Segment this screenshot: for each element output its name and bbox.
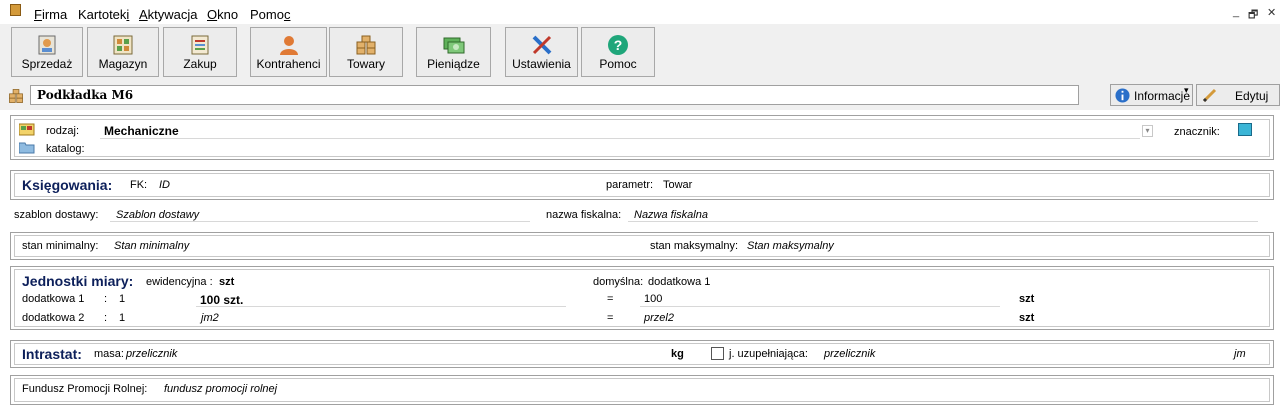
stock-min-value: Stan minimalny xyxy=(114,240,189,252)
ewid-value: szt xyxy=(219,276,234,288)
marker-label: znacznik: xyxy=(1174,126,1220,138)
fiscal-name-label: nazwa fiskalna: xyxy=(546,209,621,221)
unit-row-unit: 100 szt. xyxy=(200,293,243,307)
info-icon xyxy=(1115,88,1130,103)
param-value: Towar xyxy=(663,179,692,191)
folder-icon xyxy=(19,141,35,154)
category-icon xyxy=(19,123,35,136)
unit-row-value-underline xyxy=(640,306,1000,307)
default-unit-label: domyślna: xyxy=(593,276,643,288)
unit-row-colon: : xyxy=(104,293,107,305)
unit-row-label: dodatkowa 2 xyxy=(22,312,84,324)
toolbar-ustawienia-button[interactable]: Ustawienia xyxy=(505,27,578,77)
boxes-icon xyxy=(8,88,24,104)
stock-max-label: stan maksymalny: xyxy=(650,240,738,252)
mass-value: przelicznik xyxy=(126,348,177,360)
toolbar-zakup-button[interactable]: Zakup xyxy=(163,27,237,77)
fk-label: FK: xyxy=(130,179,147,191)
rodzaj-underline xyxy=(100,138,1140,139)
info-button[interactable]: Informacje ▾ xyxy=(1110,84,1193,106)
edit-button[interactable]: Edytuj xyxy=(1196,84,1280,106)
fiscal-name-value: Nazwa fiskalna xyxy=(634,209,708,221)
person-icon xyxy=(278,34,300,56)
menu-kartoteki[interactable]: Kartoteki xyxy=(78,7,129,22)
toolbar-towary-button[interactable]: Towary xyxy=(329,27,403,77)
menu-pomoc[interactable]: Pomoc xyxy=(250,7,290,22)
money-icon xyxy=(443,34,465,56)
unit-row-base: szt xyxy=(1019,293,1034,305)
menu-firma[interactable]: Firma xyxy=(34,7,67,22)
unit-row-qty: 1 xyxy=(119,312,125,324)
pencil-icon xyxy=(1202,87,1218,103)
svg-text:?: ? xyxy=(614,37,623,53)
default-unit-value: dodatkowa 1 xyxy=(648,276,710,288)
delivery-template-underline xyxy=(110,221,530,222)
supplementary-unit-checkbox[interactable] xyxy=(711,347,724,360)
rodzaj-dropdown-button[interactable]: ▾ xyxy=(1142,125,1153,137)
toolbar-pomoc-button[interactable]: ? Pomoc xyxy=(581,27,655,77)
stock-inner xyxy=(14,235,1270,257)
ewid-label: ewidencyjna : xyxy=(146,276,213,288)
toolbar-pieniadze-button[interactable]: Pieniądze xyxy=(416,27,491,77)
fk-value: ID xyxy=(159,179,170,191)
delivery-template-label: szablon dostawy: xyxy=(14,209,98,221)
marker-color-box[interactable] xyxy=(1238,123,1252,136)
unit-row-qty: 1 xyxy=(119,293,125,305)
intrastat-inner xyxy=(14,343,1270,365)
tools-icon xyxy=(531,34,553,56)
param-label: parametr: xyxy=(606,179,653,191)
unit-row-base: szt xyxy=(1019,312,1034,324)
toolbar-kontrahenci-button[interactable]: Kontrahenci xyxy=(250,27,327,77)
app-icon xyxy=(10,4,21,16)
fund-value: fundusz promocji rolnej xyxy=(164,383,277,395)
restore-button[interactable]: 🗗 xyxy=(1248,6,1258,25)
minimize-button[interactable]: _ xyxy=(1233,6,1239,18)
boxes-icon xyxy=(355,34,377,56)
unit-row-eq: = xyxy=(607,312,613,324)
rodzaj-label: rodzaj: xyxy=(46,125,79,137)
menu-okno[interactable]: Okno xyxy=(207,7,238,22)
unit-row-unit: jm2 xyxy=(201,312,219,324)
record-title: Podkładka M6 xyxy=(37,88,133,102)
fiscal-name-underline xyxy=(628,221,1258,222)
close-button[interactable]: ✕ xyxy=(1267,6,1276,19)
unit-row-value: 100 xyxy=(644,293,662,305)
unit-row-label: dodatkowa 1 xyxy=(22,293,84,305)
toolbar-magazyn-button[interactable]: Magazyn xyxy=(87,27,159,77)
intrastat-title: Intrastat: xyxy=(22,346,82,362)
mass-label: masa: xyxy=(94,348,124,360)
rodzaj-value: Mechaniczne xyxy=(104,124,179,138)
stock-max-value: Stan maksymalny xyxy=(747,240,834,252)
purchase-icon xyxy=(189,34,211,56)
warehouse-icon xyxy=(112,34,134,56)
supplementary-unit-value: przelicznik xyxy=(824,348,875,360)
kg-unit: kg xyxy=(671,348,684,360)
menubar: Firma Kartoteki Aktywacja Okno Pomoc _ 🗗… xyxy=(0,0,1280,24)
unit-row-colon: : xyxy=(104,312,107,324)
catalog-label: katalog: xyxy=(46,143,85,155)
unit-row-value: przel2 xyxy=(644,312,674,324)
unit-row-underline xyxy=(196,306,566,307)
stock-min-label: stan minimalny: xyxy=(22,240,98,252)
accounting-title: Księgowania: xyxy=(22,177,112,193)
sales-icon xyxy=(36,34,58,56)
units-title: Jednostki miary: xyxy=(22,273,133,289)
menu-aktywacja[interactable]: Aktywacja xyxy=(139,7,198,22)
supplementary-unit-label: j. uzupełniająca: xyxy=(729,348,808,360)
unit-row-eq: = xyxy=(607,293,613,305)
help-icon: ? xyxy=(607,34,629,56)
toolbar-sprzedaz-button[interactable]: Sprzedaż xyxy=(11,27,83,77)
jm-unit: jm xyxy=(1234,348,1246,360)
dropdown-arrow-icon: ▾ xyxy=(1184,85,1189,96)
fund-label: Fundusz Promocji Rolnej: xyxy=(22,383,147,395)
delivery-template-value: Szablon dostawy xyxy=(116,209,199,221)
record-title-field: Podkładka M6 xyxy=(30,85,1079,105)
